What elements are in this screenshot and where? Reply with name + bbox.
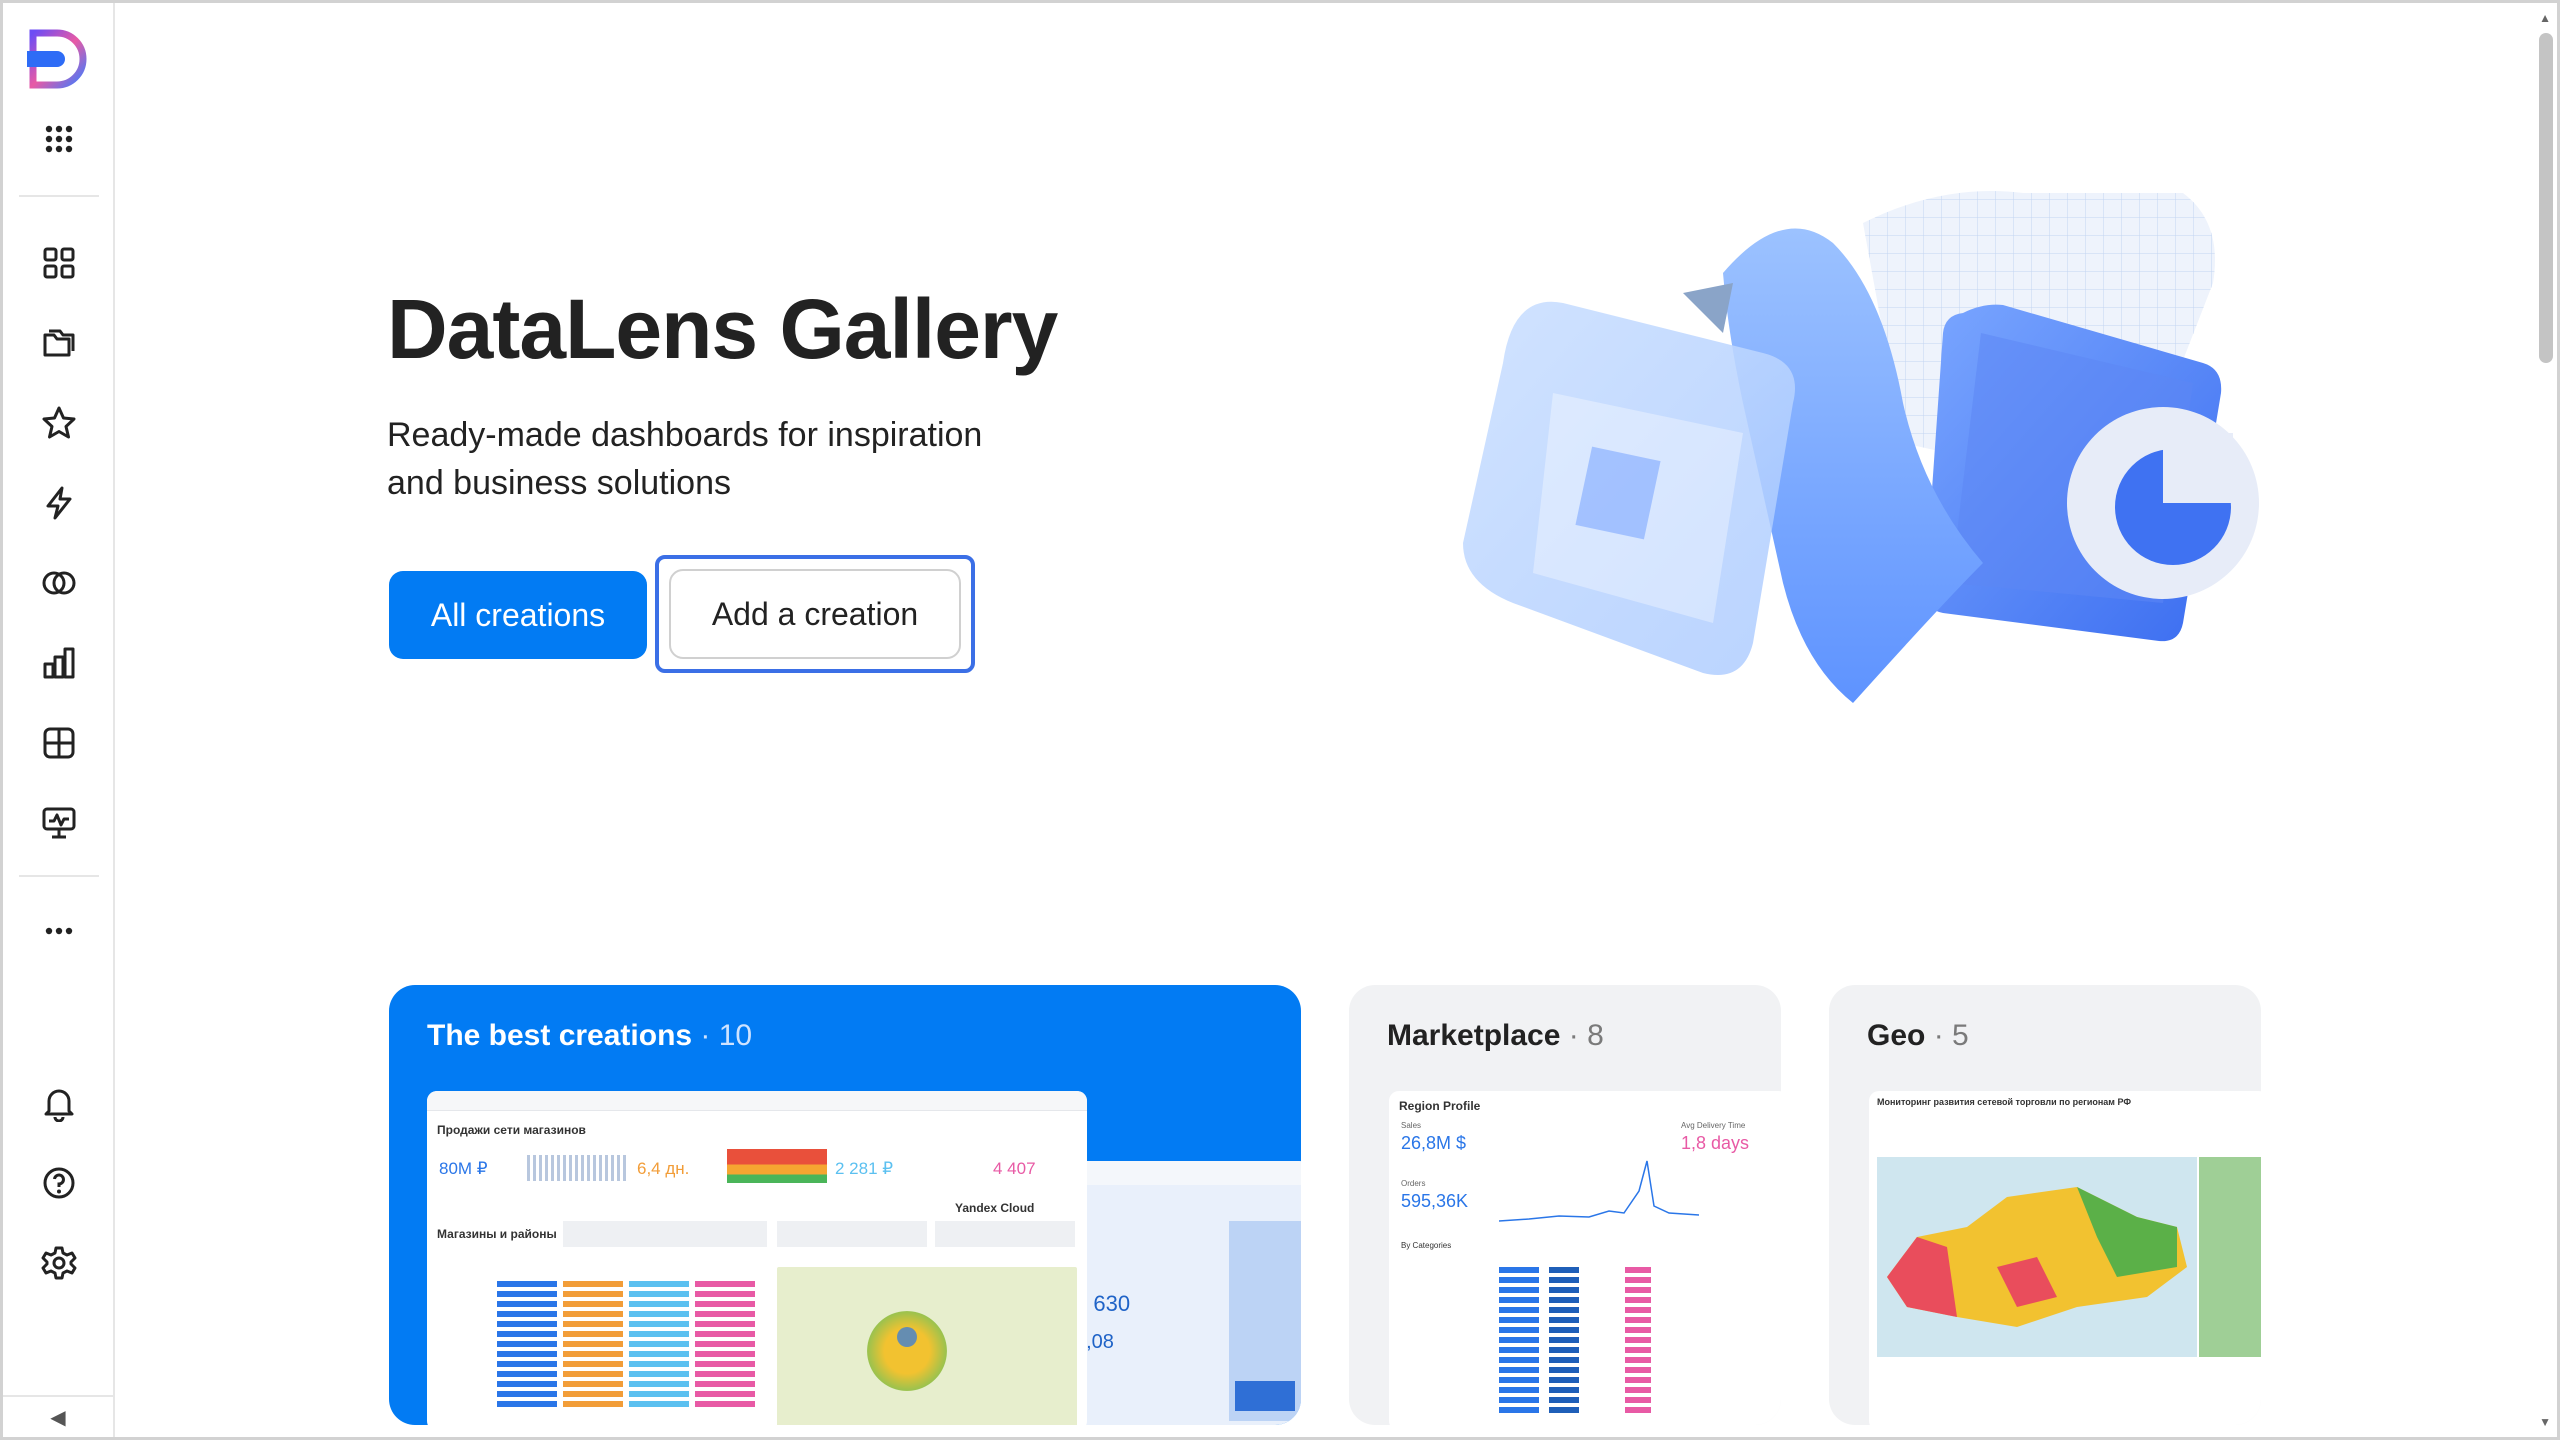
monitoring-icon[interactable] [35, 799, 83, 847]
favorites-star-icon[interactable] [35, 399, 83, 447]
preview-kpi: 26,8M $ [1401, 1133, 1467, 1153]
dashboards-icon[interactable] [35, 239, 83, 287]
card-title-text: Geo [1867, 1019, 1926, 1052]
browser-frame: ◀ DataLens Gallery Ready-made dashboards… [0, 0, 2560, 1440]
preview-kpi: 1,8 days [1681, 1133, 1750, 1153]
scroll-up-arrow-icon[interactable]: ▲ [2539, 11, 2551, 25]
collections-icon[interactable] [35, 319, 83, 367]
card-title: The best creations · 10 [427, 1019, 752, 1053]
datasets-rings-icon[interactable] [35, 559, 83, 607]
preview-kpi: 80M ₽ [439, 1159, 488, 1178]
preview-map [1887, 1187, 2187, 1327]
settings-gear-icon[interactable] [35, 1239, 83, 1287]
card-separator: · [1560, 1019, 1588, 1052]
preview-label: Orders [1401, 1179, 1426, 1188]
preview-label: By Categories [1401, 1241, 1452, 1250]
card-count: 10 [718, 1019, 753, 1052]
sidebar: ◀ [3, 3, 115, 1437]
widgets-grid-icon[interactable] [35, 719, 83, 767]
best-creations-card[interactable]: The best creations · 10 3 630 1,08 Прода… [389, 985, 1301, 1425]
preview-label: Sales [1401, 1121, 1422, 1130]
card-separator: · [692, 1019, 719, 1052]
preview-heading: Region Profile [1399, 1099, 1481, 1113]
card-title-text: Marketplace [1387, 1019, 1561, 1052]
preview-kpi: 2 281 ₽ [835, 1159, 894, 1178]
focus-ring: Add a creation [655, 555, 975, 673]
page-title: DataLens Gallery [387, 282, 1058, 376]
preview-brand: Yandex Cloud [955, 1201, 1035, 1215]
collapse-arrow-icon: ◀ [50, 1406, 66, 1429]
all-creations-button[interactable]: All creations [389, 571, 647, 659]
charts-icon[interactable] [35, 639, 83, 687]
preview-screenshot-secondary: 3 630 1,08 [1069, 1161, 1301, 1425]
collapse-sidebar-button[interactable]: ◀ [3, 1395, 113, 1437]
connections-lightning-icon[interactable] [35, 479, 83, 527]
sidebar-divider [19, 875, 99, 877]
geo-card[interactable]: Geo · 5 Мониторинг развития сетевой торг… [1829, 985, 2261, 1425]
page-subtitle: Ready-made dashboards for inspiration an… [387, 411, 1087, 507]
marketplace-card[interactable]: Marketplace · 8 Region Profile Sales 26,… [1349, 985, 1781, 1425]
card-title: Geo · 5 [1867, 1019, 1969, 1053]
preview-screenshot: Мониторинг развития сетевой торговли по … [1869, 1091, 2261, 1425]
preview-kpi: 6,4 дн. [637, 1159, 690, 1178]
preview-label: Avg Delivery Time [1681, 1121, 1746, 1130]
subtitle-line: and business solutions [387, 464, 732, 502]
datalens-logo[interactable] [23, 25, 91, 93]
apps-grid-icon[interactable] [35, 115, 83, 163]
subtitle-line: Ready-made dashboards for inspiration [387, 416, 983, 454]
sidebar-divider [19, 195, 99, 197]
help-icon[interactable] [35, 1159, 83, 1207]
preview-screenshot: Region Profile Sales 26,8M $ Orders 595,… [1389, 1091, 1781, 1425]
scroll-down-arrow-icon[interactable]: ▼ [2539, 1415, 2551, 1429]
preview-kpi: 595,36K [1401, 1191, 1469, 1211]
preview-heading: Продажи сети магазинов [437, 1123, 586, 1137]
more-icon[interactable] [35, 907, 83, 955]
preview-kpi: 4 407 [993, 1159, 1036, 1178]
preview-heading: Мониторинг развития сетевой торговли по … [1877, 1097, 2132, 1107]
preview-section-title: Магазины и районы [437, 1227, 557, 1241]
gallery-illustration [1463, 191, 2259, 704]
page-scrollbar[interactable] [2539, 33, 2553, 363]
preview-screenshot: Продажи сети магазинов 80M ₽ 6,4 дн. 2 2… [427, 1091, 1087, 1425]
card-title-text: The best creations [427, 1019, 693, 1052]
card-count: 5 [1952, 1019, 1969, 1052]
notifications-bell-icon[interactable] [35, 1079, 83, 1127]
preview-line-chart [1499, 1160, 1699, 1222]
add-creation-button[interactable]: Add a creation [669, 569, 961, 659]
card-title: Marketplace · 8 [1387, 1019, 1604, 1053]
card-count: 8 [1587, 1019, 1604, 1052]
card-separator: · [1925, 1019, 1953, 1052]
